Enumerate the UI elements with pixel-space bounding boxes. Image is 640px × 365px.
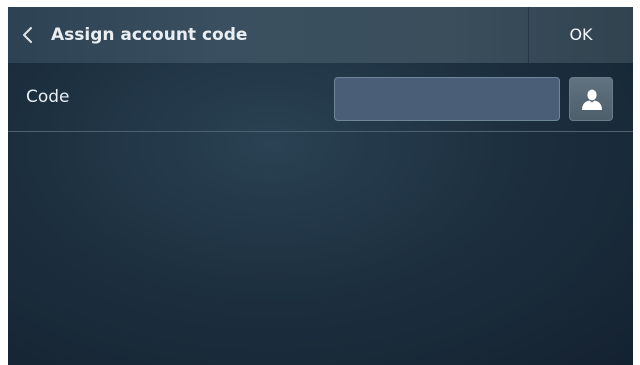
page-title: Assign account code: [51, 25, 248, 45]
chevron-left-icon: [23, 27, 32, 43]
code-label: Code: [26, 87, 70, 107]
contact-picker-button[interactable]: [569, 77, 613, 121]
back-button[interactable]: Assign account code: [8, 7, 528, 63]
device-screen: Assign account code OK Code: [8, 7, 633, 365]
code-input[interactable]: [334, 77, 560, 121]
person-icon: [582, 89, 602, 110]
ok-button[interactable]: OK: [529, 7, 633, 63]
code-row: Code: [8, 63, 633, 132]
header-bar: Assign account code OK: [8, 7, 633, 63]
